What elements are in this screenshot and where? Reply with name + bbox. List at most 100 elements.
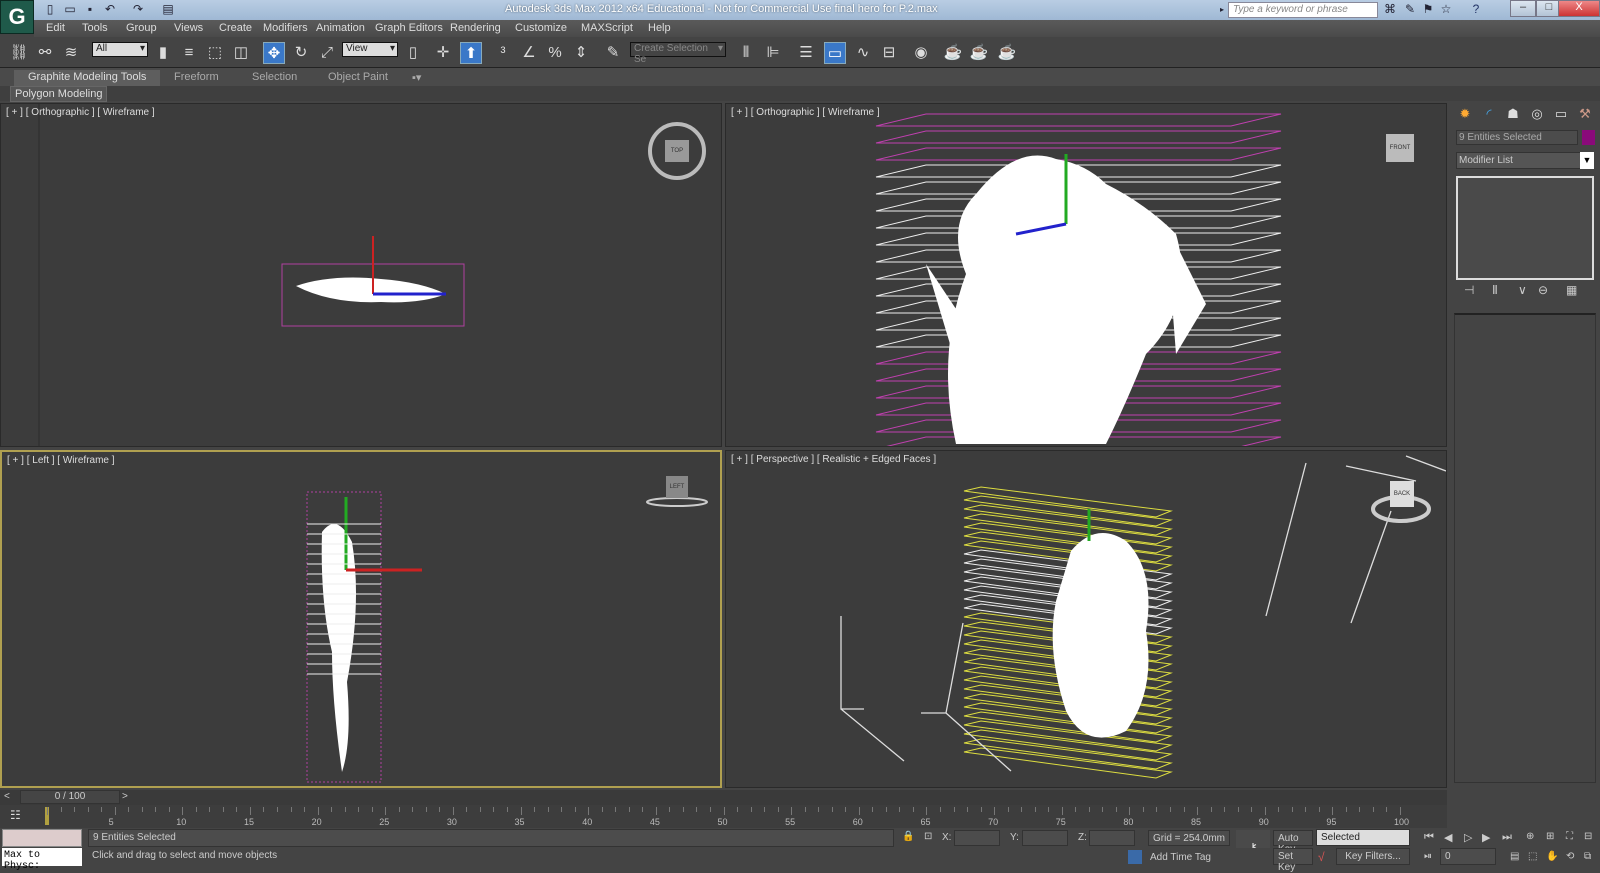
menu-customize[interactable]: Customize — [515, 22, 567, 34]
material-editor-icon[interactable]: ◉ — [910, 42, 932, 64]
favorites-star-icon[interactable]: ☆ — [1438, 2, 1454, 17]
y-coordinate-field[interactable] — [1022, 830, 1068, 846]
play-icon[interactable]: ▷ — [1464, 831, 1472, 844]
next-frame-icon[interactable]: ▶ — [1482, 831, 1490, 844]
viewport-perspective[interactable]: BACK [ + ] [ Perspective ] [ Realistic +… — [725, 450, 1447, 788]
field-of-view-icon[interactable]: ⬚ — [1528, 851, 1537, 862]
chevron-down-icon[interactable]: ▼ — [1580, 152, 1594, 169]
open-file-icon[interactable]: ▭ — [62, 2, 78, 17]
spinner-snap-icon[interactable]: ⇕ — [570, 42, 592, 64]
go-to-start-icon[interactable]: ⏮ — [1424, 831, 1434, 844]
window-crossing-icon[interactable]: ◫ — [230, 42, 252, 64]
make-unique-icon[interactable]: ∨ — [1518, 283, 1527, 297]
viewport-left[interactable]: LEFT [ + ] [ Left ] [ Wireframe ] — [0, 450, 722, 788]
track-bar[interactable]: ☷ 5 10 15 20 25 30 35 40 45 50 55 60 65 70 75 80 85 90 95 1… — [0, 805, 1447, 829]
utilities-tab-icon[interactable]: ⚒ — [1574, 106, 1596, 126]
project-folder-icon[interactable]: ▤ — [160, 2, 176, 17]
render-production-icon[interactable]: ☕ — [996, 42, 1018, 64]
tab-object-paint[interactable]: Object Paint — [314, 70, 402, 86]
key-mode-dropdown[interactable]: Selected — [1316, 829, 1410, 846]
maxscript-listener-top[interactable] — [2, 829, 82, 847]
menu-maxscript[interactable]: MAXScript — [581, 22, 633, 34]
tab-graphite-modeling-tools[interactable]: Graphite Modeling Tools — [14, 70, 161, 86]
communication-center-icon[interactable]: ✎ — [1402, 2, 1418, 17]
pan-hand-icon[interactable]: ✋ — [1546, 851, 1558, 862]
motion-tab-icon[interactable]: ◎ — [1526, 106, 1548, 126]
app-logo-button[interactable]: G — [0, 0, 34, 34]
menu-rendering[interactable]: Rendering — [450, 22, 501, 34]
edit-named-selection-icon[interactable]: ✎ — [602, 42, 624, 64]
auto-key-button[interactable]: Auto Key — [1273, 830, 1313, 855]
polygon-modeling-panel[interactable]: Polygon Modeling — [10, 86, 108, 102]
view-cube-label[interactable]: TOP — [665, 147, 689, 155]
snaps-toggle-icon[interactable]: ³ — [492, 42, 514, 64]
menu-help[interactable]: Help — [648, 22, 671, 34]
select-by-name-icon[interactable]: ≡ — [178, 42, 200, 64]
absolute-mode-icon[interactable]: ⊡ — [924, 831, 932, 842]
save-icon[interactable]: ▪ — [82, 2, 98, 17]
pin-stack-icon[interactable]: ⊣ — [1464, 283, 1474, 297]
key-mode-toggle-icon[interactable]: ⏯ — [1424, 851, 1432, 862]
object-name-field[interactable]: 9 Entities Selected — [1456, 130, 1578, 145]
maximize-viewport-icon[interactable]: ⧉ — [1584, 851, 1591, 862]
help-icon[interactable]: ? — [1468, 2, 1484, 17]
menu-modifiers[interactable]: Modifiers — [263, 22, 308, 34]
graphite-toggle-icon[interactable]: ▭ — [824, 42, 846, 64]
modifier-list-dropdown[interactable]: Modifier List — [1456, 152, 1594, 169]
close-button[interactable]: X — [1558, 0, 1600, 17]
pivot-center-icon[interactable]: ▯ — [402, 42, 424, 64]
time-tag-icon[interactable] — [1128, 850, 1142, 864]
go-to-end-icon[interactable]: ⏭ — [1502, 831, 1512, 844]
percent-snap-icon[interactable]: % — [544, 42, 566, 64]
tab-selection[interactable]: Selection — [238, 70, 311, 86]
previous-frame-icon[interactable]: ◀ — [1444, 831, 1452, 844]
reference-coordinate-dropdown[interactable]: View — [342, 42, 398, 57]
mirror-icon[interactable]: ⫴ — [735, 42, 757, 64]
layer-manager-icon[interactable]: ☰ — [795, 42, 817, 64]
hierarchy-tab-icon[interactable]: ☗ — [1502, 106, 1524, 126]
ribbon-options-icon[interactable]: ▪▾ — [408, 70, 425, 86]
menu-group[interactable]: Group — [126, 22, 157, 34]
keyboard-shortcut-override-icon[interactable]: ⬆ — [460, 42, 482, 64]
rendered-frame-window-icon[interactable]: ☕ — [968, 42, 990, 64]
modifier-stack[interactable] — [1456, 176, 1594, 280]
create-tab-icon[interactable]: ✹ — [1454, 106, 1476, 126]
select-and-scale-icon[interactable]: ⤢ — [316, 42, 338, 64]
time-slider-thumb[interactable]: 0 / 100 — [20, 790, 120, 804]
named-selection-dropdown[interactable]: Create Selection Se — [630, 42, 726, 65]
menu-graph-editors[interactable]: Graph Editors — [375, 22, 443, 34]
time-prev-button[interactable]: < — [4, 791, 10, 802]
menu-views[interactable]: Views — [174, 22, 203, 34]
viewport-front[interactable]: FRONT [ + ] [ Orthographic ] [ Wireframe… — [725, 103, 1447, 447]
bind-space-warp-icon[interactable]: ≋ — [60, 42, 82, 64]
tab-freeform[interactable]: Freeform — [160, 70, 233, 86]
z-coordinate-field[interactable] — [1089, 830, 1135, 846]
set-key-button[interactable]: Set Key — [1273, 848, 1313, 873]
zoom-extents-all-icon[interactable]: ⊟ — [1584, 831, 1592, 842]
undo-icon[interactable]: ↶ — [102, 2, 118, 17]
time-next-button[interactable]: > — [122, 791, 128, 802]
select-manipulate-icon[interactable]: ✛ — [432, 42, 454, 64]
view-cube-label[interactable]: LEFT — [666, 483, 688, 491]
select-and-rotate-icon[interactable]: ↻ — [290, 42, 312, 64]
view-cube-label[interactable]: BACK — [1390, 490, 1414, 498]
schematic-view-icon[interactable]: ⊟ — [878, 42, 900, 64]
current-frame-field[interactable]: 0 — [1440, 848, 1496, 865]
view-cube-label[interactable]: FRONT — [1386, 144, 1414, 152]
link-icon[interactable]: ⛓ — [8, 42, 30, 64]
menu-tools[interactable]: Tools — [82, 22, 108, 34]
key-filters-button[interactable]: Key Filters... — [1336, 848, 1410, 865]
unlink-icon[interactable]: ⚯ — [34, 42, 56, 64]
object-color-swatch[interactable] — [1582, 130, 1595, 145]
select-and-move-icon[interactable]: ✥ — [263, 42, 285, 64]
viewport-label[interactable]: [ + ] [ Perspective ] [ Realistic + Edge… — [731, 454, 936, 465]
new-file-icon[interactable]: ▯ — [42, 2, 58, 17]
configure-modifier-sets-icon[interactable]: ▦ — [1566, 283, 1577, 297]
key-tangent-icon[interactable]: √ — [1318, 850, 1325, 864]
zoom-icon[interactable]: ⊕ — [1526, 831, 1534, 842]
x-coordinate-field[interactable] — [954, 830, 1000, 846]
remove-modifier-icon[interactable]: ⊖ — [1538, 283, 1548, 297]
viewport-label[interactable]: [ + ] [ Orthographic ] [ Wireframe ] — [731, 107, 880, 118]
menu-animation[interactable]: Animation — [316, 22, 365, 34]
render-setup-icon[interactable]: ☕ — [942, 42, 964, 64]
